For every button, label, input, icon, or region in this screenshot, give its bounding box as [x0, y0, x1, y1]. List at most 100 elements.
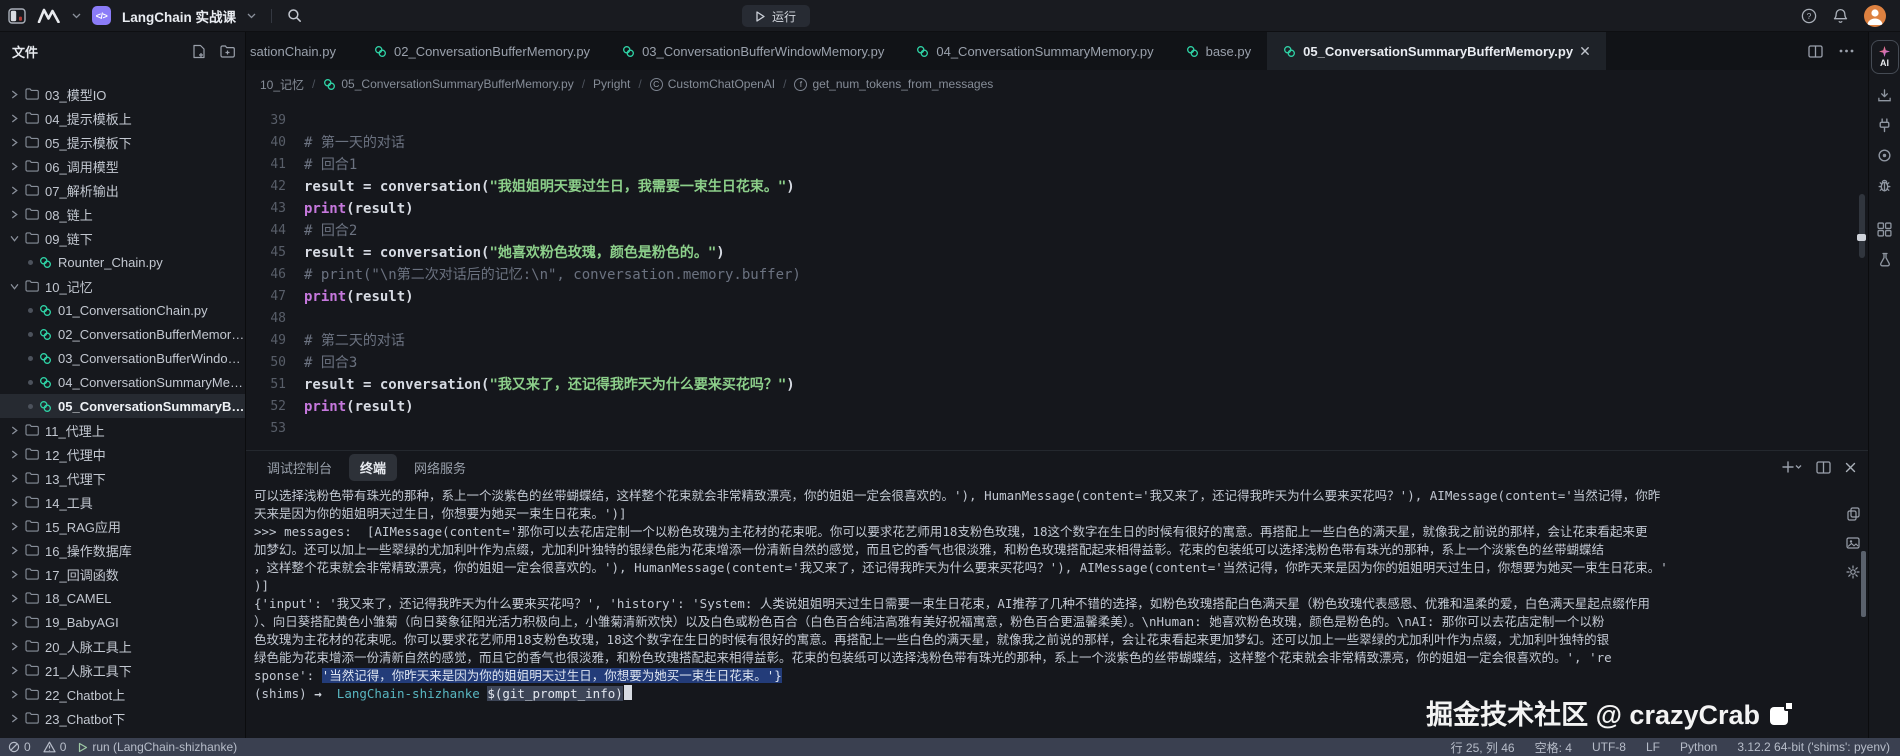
tree-row[interactable]: 19_BabyAGI — [0, 610, 245, 634]
status-item[interactable]: UTF-8 — [1592, 740, 1626, 754]
tree-row[interactable]: 16_操作数据库 — [0, 538, 245, 562]
tree-row[interactable]: 07_解析输出 — [0, 178, 245, 202]
run-config-status[interactable]: run (LangChain-shizhanke) — [78, 740, 237, 754]
help-icon[interactable]: ? — [1801, 8, 1817, 24]
tree-row[interactable]: 12_代理中 — [0, 442, 245, 466]
tree-row[interactable]: 11_代理上 — [0, 418, 245, 442]
bug-icon[interactable] — [1877, 178, 1892, 193]
editor-tab[interactable]: 03_ConversationBufferWindowMemory.py — [606, 32, 900, 70]
tree-row[interactable]: 17_回调函数 — [0, 562, 245, 586]
chevron-icon[interactable] — [10, 690, 19, 699]
chevron-icon[interactable] — [10, 234, 19, 243]
tree-row[interactable]: 20_人脉工具上 — [0, 634, 245, 658]
panel-tab-终端[interactable]: 终端 — [349, 454, 397, 481]
tree-row[interactable]: 02_ConversationBufferMemory.py — [0, 322, 245, 346]
tree-row[interactable]: 03_模型IO — [0, 82, 245, 106]
app-logo-icon[interactable] — [37, 8, 61, 23]
breadcrumb-item[interactable]: 05_ConversationSummaryBufferMemory.py — [323, 77, 573, 91]
tree-row[interactable]: 13_代理下 — [0, 466, 245, 490]
download-icon[interactable] — [1877, 88, 1892, 103]
settings-gear-icon[interactable] — [1846, 565, 1860, 579]
project-badge[interactable]: </> — [92, 6, 111, 25]
editor-tab[interactable]: sationChain.py — [246, 32, 358, 70]
status-item[interactable]: Python — [1680, 740, 1717, 754]
tree-row[interactable]: Rounter_Chain.py — [0, 250, 245, 274]
chevron-icon[interactable] — [10, 498, 19, 507]
chevron-icon[interactable] — [10, 210, 19, 219]
split-panel-icon[interactable] — [1816, 461, 1831, 474]
chevron-icon[interactable] — [10, 282, 19, 291]
terminal-scrollbar[interactable] — [1861, 551, 1866, 617]
flask-icon[interactable] — [1878, 252, 1892, 267]
status-item[interactable]: 空格: 4 — [1535, 739, 1572, 756]
copy-icon[interactable] — [1847, 507, 1860, 521]
error-count[interactable]: 0 — [8, 740, 31, 754]
code-editor[interactable]: 3940# 第一天的对话41# 回合142result = conversati… — [246, 98, 1868, 450]
editor-tab[interactable]: 05_ConversationSummaryBufferMemory.py — [1267, 32, 1606, 70]
tree-row[interactable]: 05_提示模板下 — [0, 130, 245, 154]
status-item[interactable]: 3.12.2 64-bit ('shims': pyenv) — [1737, 740, 1890, 754]
new-folder-icon[interactable] — [220, 45, 235, 58]
panel-tab-调试控制台[interactable]: 调试控制台 — [256, 454, 343, 481]
tree-row[interactable]: 15_RAG应用 — [0, 514, 245, 538]
terminal-output[interactable]: 可以选择浅粉色带有珠光的那种，系上一个淡紫色的丝带蝴蝶结，这样整个花束就会非常精… — [246, 483, 1868, 738]
tree-row[interactable]: 01_ConversationChain.py — [0, 298, 245, 322]
tree-row[interactable]: 21_人脉工具下 — [0, 658, 245, 682]
apps-grid-icon[interactable] — [1877, 222, 1892, 237]
chevron-icon[interactable] — [10, 426, 19, 435]
chevron-icon[interactable] — [10, 714, 19, 723]
tree-row[interactable]: 23_Chatbot下 — [0, 706, 245, 730]
tree-row[interactable]: 06_调用模型 — [0, 154, 245, 178]
breadcrumb-item[interactable]: fget_num_tokens_from_messages — [794, 77, 993, 91]
chevron-icon[interactable] — [10, 570, 19, 579]
split-editor-icon[interactable] — [1808, 45, 1823, 58]
plugin-icon[interactable] — [1877, 118, 1892, 133]
chevron-down-icon[interactable] — [72, 13, 81, 19]
chevron-icon[interactable] — [10, 522, 19, 531]
status-item[interactable]: 行 25, 列 46 — [1451, 739, 1515, 756]
run-button[interactable]: 运行 — [742, 5, 810, 27]
target-icon[interactable] — [1877, 148, 1892, 163]
user-avatar[interactable] — [1864, 5, 1886, 27]
tree-row[interactable]: 09_链下 — [0, 226, 245, 250]
tree-row[interactable]: 18_CAMEL — [0, 586, 245, 610]
editor-tab[interactable]: base.py — [1170, 32, 1268, 70]
tab-close-icon[interactable] — [1580, 46, 1590, 56]
tree-row[interactable]: 08_链上 — [0, 202, 245, 226]
editor-scrollbar[interactable] — [1859, 194, 1865, 258]
chevron-icon[interactable] — [10, 642, 19, 651]
panel-tab-网络服务[interactable]: 网络服务 — [403, 454, 477, 481]
tree-row[interactable]: 04_提示模板上 — [0, 106, 245, 130]
tree-row[interactable]: 05_ConversationSummaryBufferMemory.py — [0, 394, 245, 418]
tree-row[interactable]: 03_ConversationBufferWindowMemory.py — [0, 346, 245, 370]
chevron-icon[interactable] — [10, 618, 19, 627]
tree-row[interactable]: 22_Chatbot上 — [0, 682, 245, 706]
close-panel-icon[interactable] — [1845, 462, 1856, 473]
breadcrumb-item[interactable]: Pyright — [593, 77, 630, 91]
chevron-down-icon[interactable] — [247, 13, 256, 19]
ai-assistant-button[interactable]: AI — [1871, 40, 1899, 74]
toggle-sidebar-icon[interactable] — [8, 8, 26, 24]
chevron-icon[interactable] — [10, 114, 19, 123]
warning-count[interactable]: 0 — [43, 740, 67, 754]
more-actions-icon[interactable] — [1839, 49, 1854, 53]
search-icon[interactable] — [287, 8, 302, 23]
tree-row[interactable]: 14_工具 — [0, 490, 245, 514]
chevron-icon[interactable] — [10, 90, 19, 99]
breadcrumb-item[interactable]: 10_记忆 — [260, 76, 304, 93]
new-file-icon[interactable] — [192, 44, 206, 59]
chevron-icon[interactable] — [10, 450, 19, 459]
chevron-icon[interactable] — [10, 138, 19, 147]
tree-row[interactable]: 04_ConversationSummaryMemory.py — [0, 370, 245, 394]
chevron-icon[interactable] — [10, 186, 19, 195]
new-terminal-icon[interactable] — [1782, 461, 1802, 473]
chevron-icon[interactable] — [10, 594, 19, 603]
breadcrumb-item[interactable]: CCustomChatOpenAI — [650, 77, 775, 91]
workspace-name[interactable]: LangChain 实战课 — [122, 6, 236, 26]
chevron-icon[interactable] — [10, 162, 19, 171]
chevron-icon[interactable] — [10, 666, 19, 675]
chevron-icon[interactable] — [10, 546, 19, 555]
chevron-icon[interactable] — [10, 474, 19, 483]
editor-tab[interactable]: 04_ConversationSummaryMemory.py — [900, 32, 1169, 70]
editor-tab[interactable]: 02_ConversationBufferMemory.py — [358, 32, 606, 70]
